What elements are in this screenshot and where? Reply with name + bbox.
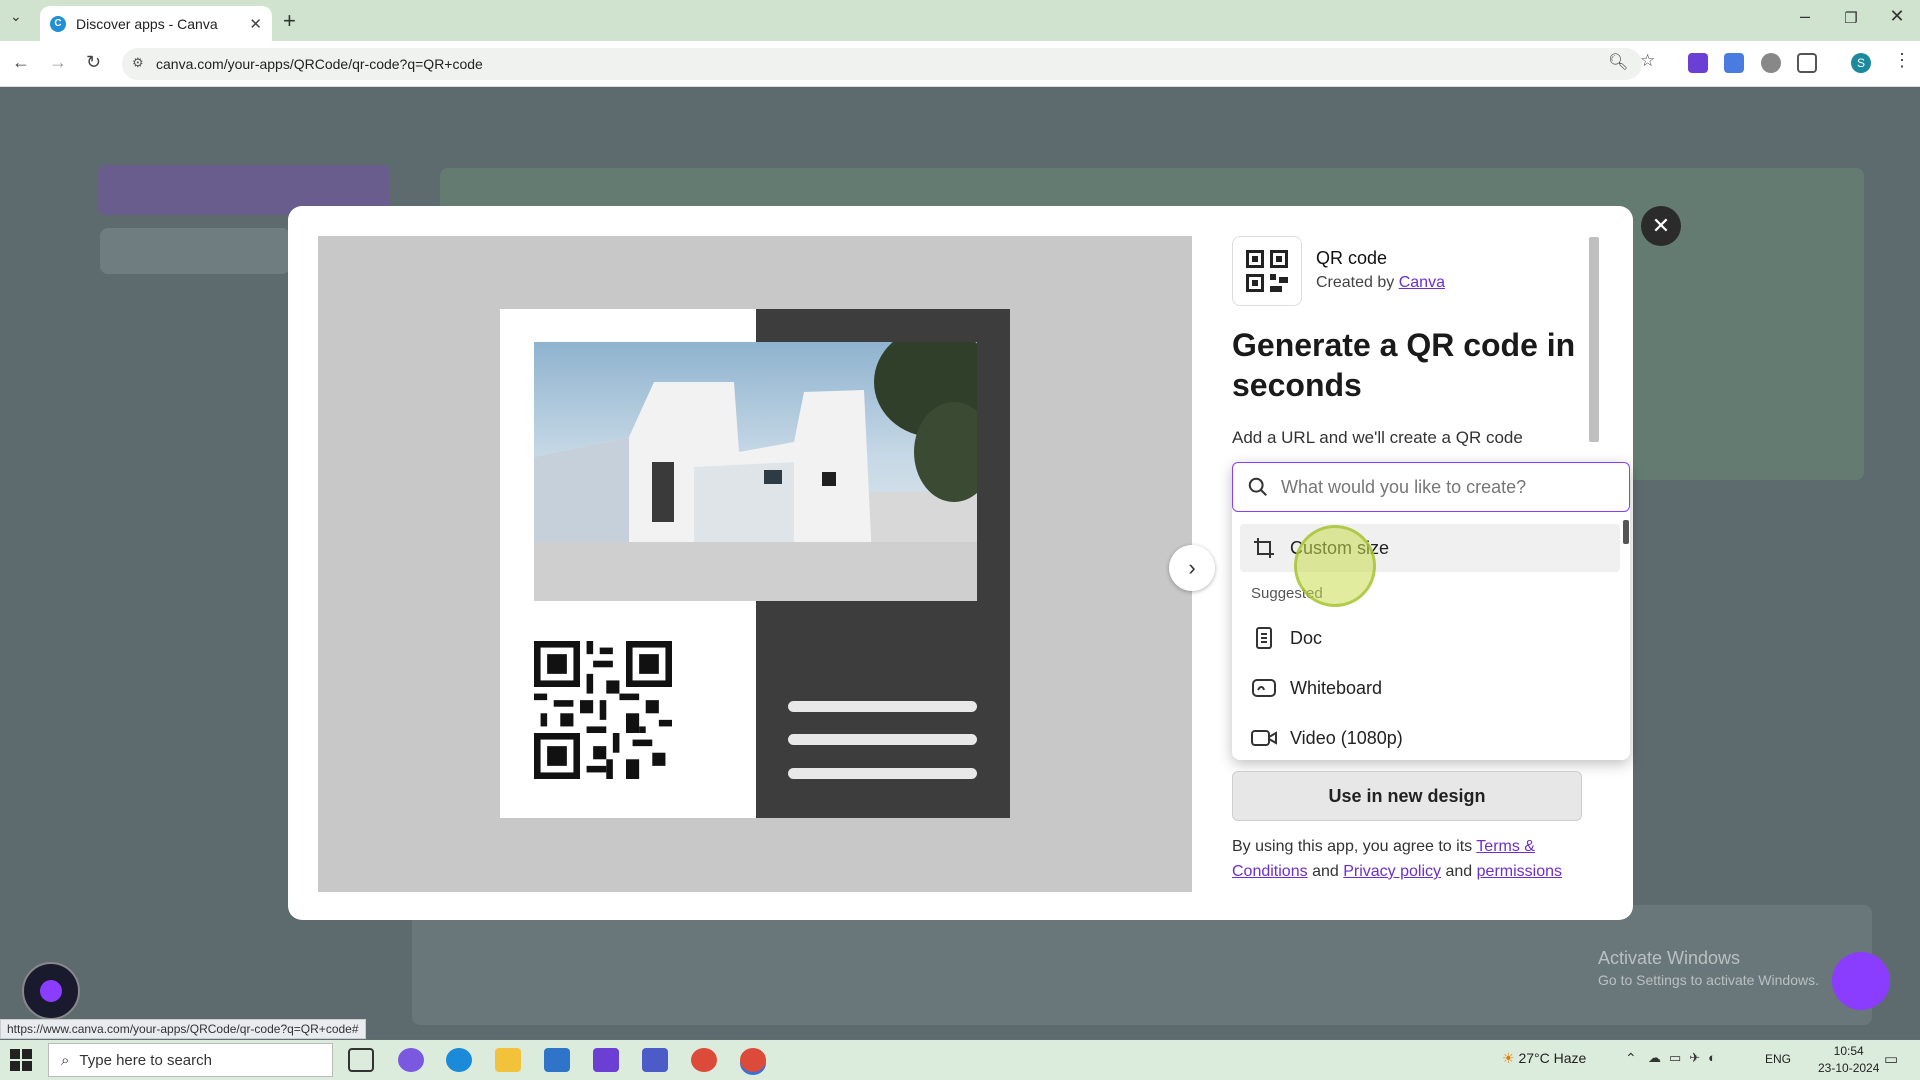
custom-size-icon	[1250, 536, 1278, 560]
taskbar-search-placeholder: Type here to search	[79, 1051, 212, 1069]
whiteboard-option[interactable]: Whiteboard	[1240, 664, 1620, 712]
upgrade-button-bg	[100, 228, 290, 274]
created-by-prefix: Created by	[1316, 274, 1395, 291]
chrome-icon[interactable]	[691, 1048, 717, 1072]
activate-windows-subtitle: Go to Settings to activate Windows.	[1598, 972, 1819, 988]
window-close-icon[interactable]: ✕	[1877, 6, 1917, 27]
search-icon: ⌕	[61, 1051, 70, 1069]
close-modal-button[interactable]: ✕	[1641, 206, 1681, 246]
clock[interactable]: 10:54 23-10-2024	[1818, 1043, 1879, 1077]
close-tab-icon[interactable]: ✕	[249, 15, 262, 33]
extensions-puzzle-icon[interactable]	[1797, 53, 1817, 73]
task-view-icon[interactable]	[348, 1048, 374, 1072]
whiteboard-label: Whiteboard	[1290, 677, 1383, 698]
weather-widget[interactable]: ☀ 27°C Haze	[1502, 1050, 1586, 1067]
creator-link[interactable]: Canva	[1399, 274, 1445, 291]
weather-icon: ☀	[1502, 1050, 1515, 1066]
qr-app-icon	[1232, 236, 1302, 306]
terms-text: By using this app, you agree to its Term…	[1232, 834, 1612, 884]
create-search-box[interactable]	[1232, 462, 1630, 512]
status-bar-url: https://www.canva.com/your-apps/QRCode/q…	[0, 1019, 366, 1039]
video-icon	[1250, 728, 1278, 748]
doc-option[interactable]: Doc	[1240, 614, 1620, 662]
chevron-right-icon: ›	[1188, 555, 1196, 580]
terms-prefix: By using this app, you agree to its	[1232, 838, 1473, 855]
weather-text: 27°C Haze	[1518, 1050, 1587, 1066]
modal-scrollbar[interactable]	[1589, 237, 1599, 442]
app-name: QR code	[1316, 248, 1388, 268]
windows-start-icon[interactable]	[10, 1049, 32, 1071]
copilot-icon[interactable]	[398, 1048, 424, 1072]
building-photo	[534, 342, 977, 601]
mail-icon[interactable]	[544, 1048, 570, 1072]
restore-icon[interactable]: ❐	[1831, 9, 1871, 27]
doc-label: Doc	[1290, 627, 1323, 648]
next-preview-button[interactable]: ›	[1169, 545, 1215, 591]
tab-title: Discover apps - Canva	[76, 15, 218, 32]
new-tab-icon[interactable]: +	[283, 8, 296, 34]
tray-chevron-icon[interactable]: ⌃	[1625, 1050, 1637, 1067]
date: 23-10-2024	[1818, 1061, 1880, 1075]
taskbar-search[interactable]: ⌕ Type here to search	[48, 1043, 333, 1077]
forward-icon[interactable]: →	[49, 52, 67, 73]
url-field[interactable]: ⚙ canva.com/your-apps/QRCode/qr-code?q=Q…	[122, 48, 1642, 80]
chrome-active-icon[interactable]	[740, 1048, 766, 1072]
assistant-button[interactable]	[22, 962, 80, 1020]
minimize-icon[interactable]: –	[1785, 6, 1825, 27]
qr-code-image	[534, 641, 672, 779]
notifications-icon[interactable]: ▭	[1884, 1050, 1898, 1068]
extension-icon[interactable]	[1724, 53, 1744, 73]
tray-icons[interactable]: ☁▭✈◐	[1648, 1050, 1724, 1066]
browser-menu-icon[interactable]: ⋮	[1893, 50, 1911, 71]
privacy-link[interactable]: Privacy policy	[1343, 863, 1441, 880]
use-in-new-design-button[interactable]: Use in new design	[1232, 771, 1582, 821]
app-description: Add a URL and we'll create a QR code	[1232, 428, 1523, 447]
activate-windows-title: Activate Windows	[1598, 948, 1741, 968]
site-info-icon[interactable]: ⚙	[132, 55, 144, 71]
extension-icon[interactable]	[1761, 53, 1781, 73]
browser-tab[interactable]: C Discover apps - Canva ✕	[40, 6, 272, 41]
created-by: Created by Canva	[1316, 274, 1445, 292]
dropdown-scrollbar[interactable]	[1623, 520, 1629, 544]
tab-search-chevron-icon[interactable]: ⌄	[10, 8, 22, 25]
whiteboard-icon	[1250, 677, 1278, 699]
teams-icon[interactable]	[593, 1048, 619, 1072]
placeholder-line	[788, 734, 977, 745]
video-option[interactable]: Video (1080p)	[1240, 714, 1620, 762]
terms-and: and	[1312, 863, 1339, 880]
permissions-link[interactable]: permissions	[1477, 863, 1562, 880]
help-button[interactable]	[1832, 952, 1890, 1010]
create-search-input[interactable]	[1281, 476, 1611, 498]
cursor-highlight	[1294, 525, 1376, 607]
terms-and: and	[1445, 863, 1473, 880]
profile-avatar-icon[interactable]: S	[1851, 53, 1871, 73]
doc-icon	[1250, 626, 1278, 650]
canva-favicon-icon: C	[50, 15, 66, 32]
bookmark-star-icon[interactable]: ☆	[1640, 51, 1655, 71]
file-explorer-icon[interactable]	[495, 1048, 521, 1072]
teams-work-icon[interactable]	[642, 1048, 668, 1072]
time: 10:54	[1833, 1044, 1864, 1058]
extension-icon[interactable]	[1688, 53, 1708, 73]
back-icon[interactable]: ←	[12, 52, 30, 73]
url-text: canva.com/your-apps/QRCode/qr-code?q=QR+…	[156, 56, 483, 72]
reload-icon[interactable]: ↻	[86, 52, 101, 73]
language-indicator[interactable]: ENG	[1765, 1052, 1791, 1066]
assistant-icon	[40, 980, 62, 1002]
zoom-icon[interactable]: 🔍︎	[1608, 52, 1628, 72]
close-icon: ✕	[1651, 213, 1671, 238]
placeholder-line	[788, 701, 977, 712]
search-icon	[1248, 477, 1267, 496]
edge-icon[interactable]	[446, 1048, 472, 1072]
placeholder-line	[788, 768, 977, 779]
video-label: Video (1080p)	[1290, 727, 1403, 748]
app-headline: Generate a QR code in seconds	[1232, 327, 1576, 403]
